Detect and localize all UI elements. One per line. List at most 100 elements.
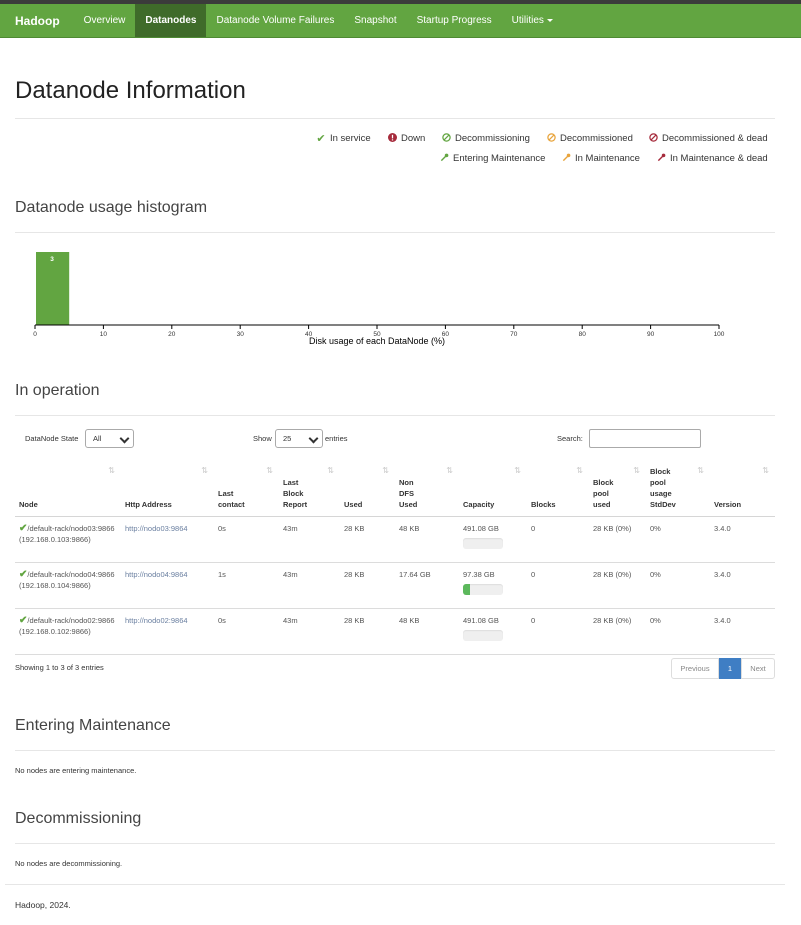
block-pool-stddev-cell: 0% — [646, 608, 710, 655]
datanode-state-value: All — [93, 434, 102, 443]
nav-utilities-dropdown[interactable]: Utilities — [502, 4, 563, 37]
next-page-button[interactable]: Next — [741, 658, 775, 679]
navbar: Hadoop Overview Datanodes Datanode Volum… — [0, 4, 801, 38]
http-address-cell: http://nodo02:9864 — [121, 608, 214, 655]
sort-icon[interactable]: ⇅ — [382, 465, 389, 476]
column-header-last-contact[interactable]: Last contact ⇅ — [214, 462, 279, 517]
sort-icon[interactable]: ⇅ — [266, 465, 273, 476]
column-header-blocks[interactable]: Blocks ⇅ — [527, 462, 589, 517]
legend-label: Entering Maintenance — [453, 153, 546, 164]
page-title: Datanode Information — [15, 77, 246, 104]
decommissioning-heading: Decommissioning — [15, 810, 142, 827]
page-1-button[interactable]: 1 — [719, 658, 741, 679]
legend-down: Down — [387, 133, 425, 144]
histogram-tick-label: 20 — [168, 331, 176, 338]
sort-icon[interactable]: ⇅ — [201, 465, 208, 476]
previous-page-button[interactable]: Previous — [671, 658, 719, 679]
capacity-cell: 97.38 GB — [459, 562, 527, 609]
exclamation-circle-icon — [387, 133, 397, 144]
legend-label: Decommissioned — [560, 133, 633, 144]
sort-icon[interactable]: ⇅ — [446, 465, 453, 476]
node-cell: ✔/default-rack/nodo02:9866 (192.168.0.10… — [15, 608, 121, 655]
last-contact-cell: 0s — [214, 516, 279, 563]
decommissioning-message: No nodes are decommissioning. — [15, 859, 123, 868]
in-operation-heading: In operation — [15, 382, 100, 399]
brand-logo[interactable]: Hadoop — [0, 4, 74, 37]
capacity-cell: 491.08 GB — [459, 516, 527, 563]
column-header-block-pool-stddev[interactable]: Block pool usage StdDev ⇅ — [646, 462, 710, 517]
version-cell: 3.4.0 — [710, 516, 775, 563]
legend-label: In service — [330, 133, 371, 144]
histogram-tick-label: 70 — [510, 331, 518, 338]
block-pool-stddev-cell: 0% — [646, 516, 710, 563]
version-cell: 3.4.0 — [710, 562, 775, 609]
usage-histogram-chart: 30 10 20 30 40 50 60 70 80 90 100Disk usage of eac… — [33, 252, 725, 346]
search-label: Search: — [557, 434, 583, 443]
entries-per-page-select[interactable]: 25 — [275, 429, 323, 448]
column-header-last-block-report[interactable]: Last Block Report ⇅ — [279, 462, 340, 517]
sort-icon[interactable]: ⇅ — [697, 465, 704, 476]
entering-maintenance-heading: Entering Maintenance — [15, 717, 171, 734]
column-header-block-pool-used[interactable]: Block pool used ⇅ — [589, 462, 646, 517]
column-header-version[interactable]: Version ⇅ — [710, 462, 775, 517]
column-header-non-dfs-used[interactable]: Non DFS Used ⇅ — [395, 462, 459, 517]
legend-decommissioned-dead: Decommissioned & dead — [648, 133, 768, 144]
sort-icon[interactable]: ⇅ — [762, 465, 769, 476]
node-name: /default-rack/nodo04:9866 (192.168.0.104… — [19, 569, 115, 590]
legend-label: In Maintenance — [575, 153, 640, 164]
wrench-icon — [439, 153, 449, 164]
capacity-bar — [463, 537, 503, 549]
http-address-link[interactable]: http://nodo04:9864 — [125, 570, 188, 579]
nav-startup-progress[interactable]: Startup Progress — [407, 4, 502, 37]
sort-icon[interactable]: ⇅ — [327, 465, 334, 476]
legend-decommissioning: Decommissioning — [441, 133, 530, 144]
http-address-link[interactable]: http://nodo03:9864 — [125, 524, 188, 533]
histogram-x-label: Disk usage of each DataNode (%) — [309, 336, 445, 346]
legend-decommissioned: Decommissioned — [546, 133, 633, 144]
used-cell: 28 KB — [340, 562, 395, 609]
divider — [15, 750, 775, 751]
blocks-cell: 0 — [527, 562, 589, 609]
datanode-state-select[interactable]: All — [85, 429, 134, 448]
entries-label: entries — [325, 434, 348, 443]
non-dfs-used-cell: 48 KB — [395, 516, 459, 563]
histogram-tick-label: 90 — [647, 331, 655, 338]
nav-snapshot[interactable]: Snapshot — [344, 4, 406, 37]
table-row: ✔/default-rack/nodo04:9866 (192.168.0.10… — [15, 562, 775, 609]
capacity-bar-fill — [463, 583, 471, 595]
nav-volume-failures[interactable]: Datanode Volume Failures — [206, 4, 344, 37]
column-label: Block pool used — [593, 477, 614, 509]
node-name: /default-rack/nodo02:9866 (192.168.0.102… — [19, 615, 115, 636]
histogram-bar-label: 3 — [50, 256, 54, 263]
column-header-node[interactable]: Node ⇅ — [15, 462, 121, 517]
wrench-icon — [656, 153, 666, 164]
column-header-capacity[interactable]: Capacity ⇅ — [459, 462, 527, 517]
entries-per-page-value: 25 — [283, 434, 292, 443]
legend-entering-maintenance: Entering Maintenance — [439, 153, 545, 164]
nav-overview[interactable]: Overview — [74, 4, 136, 37]
show-label: Show — [253, 434, 272, 443]
sort-icon[interactable]: ⇅ — [108, 465, 115, 476]
non-dfs-used-cell: 17.64 GB — [395, 562, 459, 609]
search-input[interactable] — [589, 429, 701, 448]
sort-icon[interactable]: ⇅ — [633, 465, 640, 476]
divider — [15, 843, 775, 844]
capacity-bar — [463, 583, 503, 595]
sort-icon[interactable]: ⇅ — [514, 465, 521, 476]
legend-label: Down — [401, 133, 426, 144]
nav-datanodes[interactable]: Datanodes — [135, 4, 207, 37]
footer-text: Hadoop, 2024. — [15, 900, 71, 910]
histogram-tick-label: 0 — [33, 331, 37, 338]
histogram-tick-label: 30 — [237, 331, 245, 338]
divider — [15, 232, 775, 233]
last-block-report-cell: 43m — [279, 562, 340, 609]
last-block-report-cell: 43m — [279, 608, 340, 655]
divider — [15, 415, 775, 416]
column-header-used[interactable]: Used ⇅ — [340, 462, 395, 517]
column-header-http-address[interactable]: Http Address ⇅ — [121, 462, 214, 517]
legend-label: In Maintenance & dead — [670, 153, 768, 164]
http-address-cell: http://nodo04:9864 — [121, 562, 214, 609]
sort-icon[interactable]: ⇅ — [576, 465, 583, 476]
http-address-link[interactable]: http://nodo02:9864 — [125, 616, 188, 625]
last-block-report-cell: 43m — [279, 516, 340, 563]
